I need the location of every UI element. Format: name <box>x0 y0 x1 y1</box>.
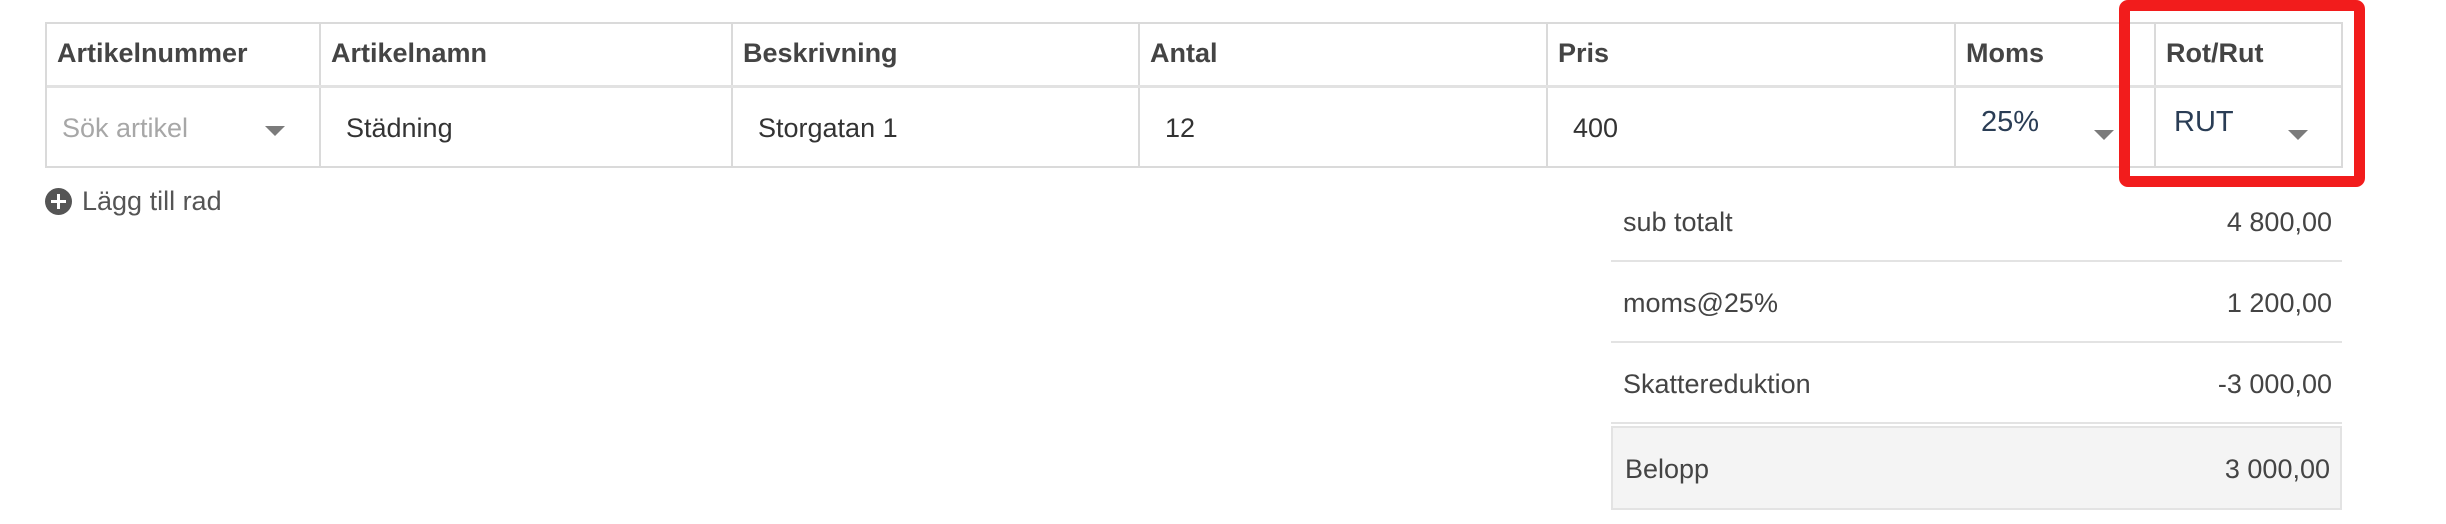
artikel-search-placeholder: Sök artikel <box>62 113 189 143</box>
total-amount-value: 3 000,00 <box>2224 454 2330 484</box>
invoice-line-table: Artikelnummer Artikelnamn Beskrivning An… <box>45 22 2343 168</box>
add-row-label: Lägg till rad <box>82 186 222 216</box>
pris-field[interactable]: 400 <box>1548 88 1956 168</box>
rot-rut-highlight-box <box>2119 0 2365 187</box>
antal-field[interactable]: 12 <box>1140 88 1548 168</box>
tax-reduction-value: -3 000,00 <box>2217 369 2332 399</box>
antal-value: 12 <box>1165 113 1196 143</box>
artikel-search-select[interactable]: Sök artikel <box>47 88 321 168</box>
chevron-down-icon <box>2094 130 2114 140</box>
tax-reduction-row: Skattereduktion -3 000,00 <box>1611 343 2342 424</box>
vat-row: moms@25% 1 200,00 <box>1611 262 2342 343</box>
tax-reduction-label: Skattereduktion <box>1623 369 1811 399</box>
artikelnamn-value: Städning <box>346 113 453 143</box>
header-pris: Pris <box>1548 24 1956 85</box>
header-artikelnamn: Artikelnamn <box>321 24 733 85</box>
subtotal-row: sub totalt 4 800,00 <box>1611 181 2342 262</box>
header-antal: Antal <box>1140 24 1548 85</box>
beskrivning-field[interactable]: Storgatan 1 <box>733 88 1140 168</box>
artikelnamn-field[interactable]: Städning <box>321 88 733 168</box>
plus-circle-icon <box>45 188 72 215</box>
table-header-row: Artikelnummer Artikelnamn Beskrivning An… <box>47 24 2341 88</box>
table-row: Sök artikel Städning Storgatan 1 12 400 … <box>47 88 2341 168</box>
add-row-button[interactable]: Lägg till rad <box>45 186 222 217</box>
vat-value: 1 200,00 <box>2226 288 2332 318</box>
total-amount-label: Belopp <box>1625 454 1710 484</box>
header-beskrivning: Beskrivning <box>733 24 1140 85</box>
vat-label: moms@25% <box>1623 288 1778 318</box>
header-artikelnummer: Artikelnummer <box>47 24 321 85</box>
subtotal-value: 4 800,00 <box>2226 207 2332 237</box>
pris-value: 400 <box>1573 113 1619 143</box>
beskrivning-value: Storgatan 1 <box>758 113 898 143</box>
moms-value: 25% <box>1981 106 2040 138</box>
chevron-down-icon <box>265 126 285 136</box>
totals-summary: sub totalt 4 800,00 moms@25% 1 200,00 Sk… <box>1611 181 2342 510</box>
subtotal-label: sub totalt <box>1623 207 1733 237</box>
total-amount-row: Belopp 3 000,00 <box>1611 426 2342 510</box>
